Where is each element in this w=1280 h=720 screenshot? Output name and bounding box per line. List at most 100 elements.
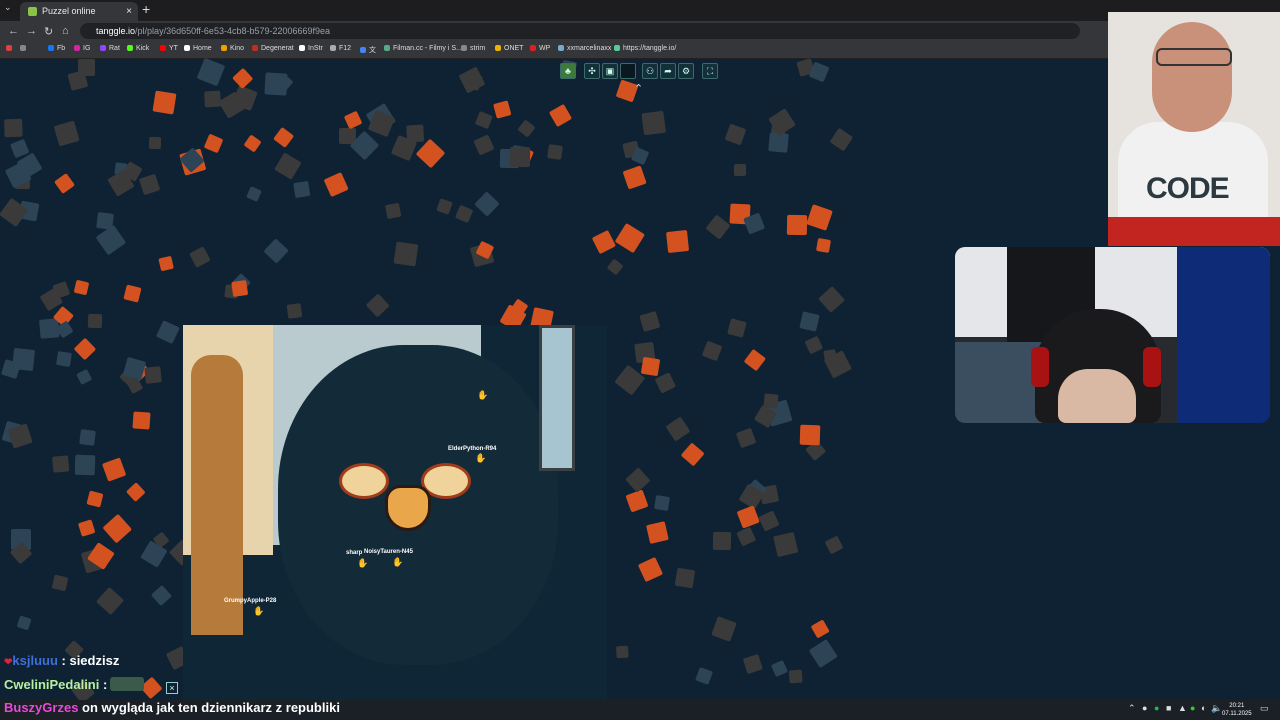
puzzle-piece[interactable] [517,119,536,138]
puzzle-piece[interactable] [86,490,104,508]
puzzle-piece[interactable] [675,567,696,588]
puzzle-piece[interactable] [824,535,844,555]
puzzle-piece[interactable] [734,164,747,177]
close-tab-icon[interactable]: × [126,2,132,21]
puzzle-piece[interactable] [132,411,151,430]
puzzle-piece[interactable] [73,279,90,296]
bookmark-onet[interactable]: ONET [495,45,523,52]
tab-puzzel-online[interactable]: Puzzel online × [20,2,138,21]
puzzle-piece[interactable] [799,424,821,447]
tray-app-icon[interactable]: ● [1142,703,1147,713]
puzzle-piece[interactable] [638,557,664,583]
notifications-icon[interactable]: ▭ [1260,703,1269,714]
system-clock[interactable]: 20:21 07.11.2025 [1222,702,1252,718]
puzzle-piece[interactable] [243,134,262,153]
puzzle-piece[interactable] [475,110,494,129]
puzzle-piece[interactable] [416,138,446,169]
bookmark-f12[interactable]: F12 [330,45,351,52]
puzzle-piece[interactable] [606,258,624,276]
puzzle-piece[interactable] [737,527,757,547]
bookmark-wp[interactable]: WP [530,45,550,52]
bookmark-rat[interactable]: Rat [100,45,120,52]
puzzle-piece[interactable] [458,66,485,93]
bookmark-ig[interactable]: IG [74,45,90,52]
puzzle-piece[interactable] [56,351,72,367]
puzzle-piece[interactable] [406,124,424,142]
puzzle-piece[interactable] [95,224,126,256]
bookmark-filman[interactable]: Filman.cc - Filmy i S... [384,45,462,52]
puzzle-piece[interactable] [788,669,803,684]
puzzle-piece[interactable] [809,638,838,668]
puzzle-piece[interactable] [78,59,96,76]
puzzle-piece[interactable] [772,531,799,558]
puzzle-piece[interactable] [7,423,33,449]
bookmark-tanggle[interactable]: https://tanggle.io/ [614,45,676,52]
puzzle-piece[interactable] [665,229,690,253]
puzzle-piece[interactable] [149,137,162,150]
puzzle-piece[interactable] [712,531,731,550]
puzzle-piece[interactable] [744,348,767,371]
tray-chevron-icon[interactable]: ⌃ [1128,703,1136,714]
puzzle-piece[interactable] [189,246,211,268]
puzzle-piece[interactable] [454,204,474,224]
back-icon[interactable]: ← [8,25,19,37]
puzzle-piece[interactable] [736,505,761,530]
puzzle-piece[interactable] [818,286,846,314]
puzzle-piece[interactable] [123,284,141,303]
share-icon[interactable]: ➦ [660,63,676,79]
puzzle-piece[interactable] [102,457,127,482]
bookmark-kino[interactable]: Kino [221,45,244,52]
bookmark-strim[interactable]: strim [461,45,485,52]
puzzle-piece[interactable] [204,90,221,108]
puzzle-piece[interactable] [641,356,661,377]
new-tab-icon[interactable]: + [142,1,150,17]
puzzle-piece[interactable] [758,510,780,532]
puzzle-piece[interactable] [735,428,757,449]
puzzle-piece[interactable] [0,359,21,379]
puzzle-piece[interactable] [701,340,724,362]
puzzle-piece[interactable] [155,320,180,344]
url-field[interactable]: tanggle.io/pl/play/36d650ff-6e53-4cb8-b5… [80,23,1080,39]
puzzle-piece[interactable] [16,615,33,632]
puzzle-piece[interactable] [150,584,172,606]
close-icon[interactable]: × [166,682,178,694]
reload-icon[interactable]: ↻ [44,25,53,38]
forward-icon[interactable]: → [26,25,37,37]
puzzle-icon[interactable]: ✣ [584,63,600,79]
bookmark-yt[interactable]: YT [160,45,178,52]
puzzle-piece[interactable] [263,237,289,264]
puzzle-piece[interactable] [323,171,349,197]
puzzle-piece[interactable] [806,204,834,232]
puzzle-piece[interactable] [54,173,76,195]
puzzle-piece[interactable] [654,372,677,395]
puzzle-piece[interactable] [74,454,96,476]
puzzle-piece[interactable] [102,513,132,543]
puzzle-piece[interactable] [138,174,161,196]
puzzle-piece[interactable] [96,587,125,616]
puzzle-piece[interactable] [365,293,391,318]
puzzle-piece[interactable] [680,442,706,467]
bookmark-translate[interactable]: 文 [360,45,376,55]
players-icon[interactable]: ⚇ [642,63,658,79]
bookmark-kick[interactable]: Kick [127,45,149,52]
puzzle-piece[interactable] [51,574,70,592]
puzzle-piece[interactable] [654,494,671,511]
leaf-icon[interactable]: ♣ [560,63,576,79]
puzzle-piece[interactable] [742,654,763,675]
puzzle-piece[interactable] [152,90,176,115]
puzzle-piece[interactable] [436,197,453,215]
puzzle-piece[interactable] [614,364,645,395]
puzzle-piece[interactable] [815,237,831,253]
box-icon[interactable] [620,63,636,79]
tray-app-icon[interactable]: ■ [1166,703,1171,713]
puzzle-piece[interactable] [726,318,747,338]
puzzle-piece[interactable] [694,666,714,686]
puzzle-piece[interactable] [474,190,500,217]
puzzle-piece[interactable] [75,368,93,386]
puzzle-piece[interactable] [804,335,823,354]
puzzle-piece[interactable] [393,241,418,266]
puzzle-piece[interactable] [230,280,249,298]
puzzle-piece[interactable] [665,416,690,442]
puzzle-piece[interactable] [770,660,788,678]
bookmark-fb[interactable]: Fb [48,45,65,52]
